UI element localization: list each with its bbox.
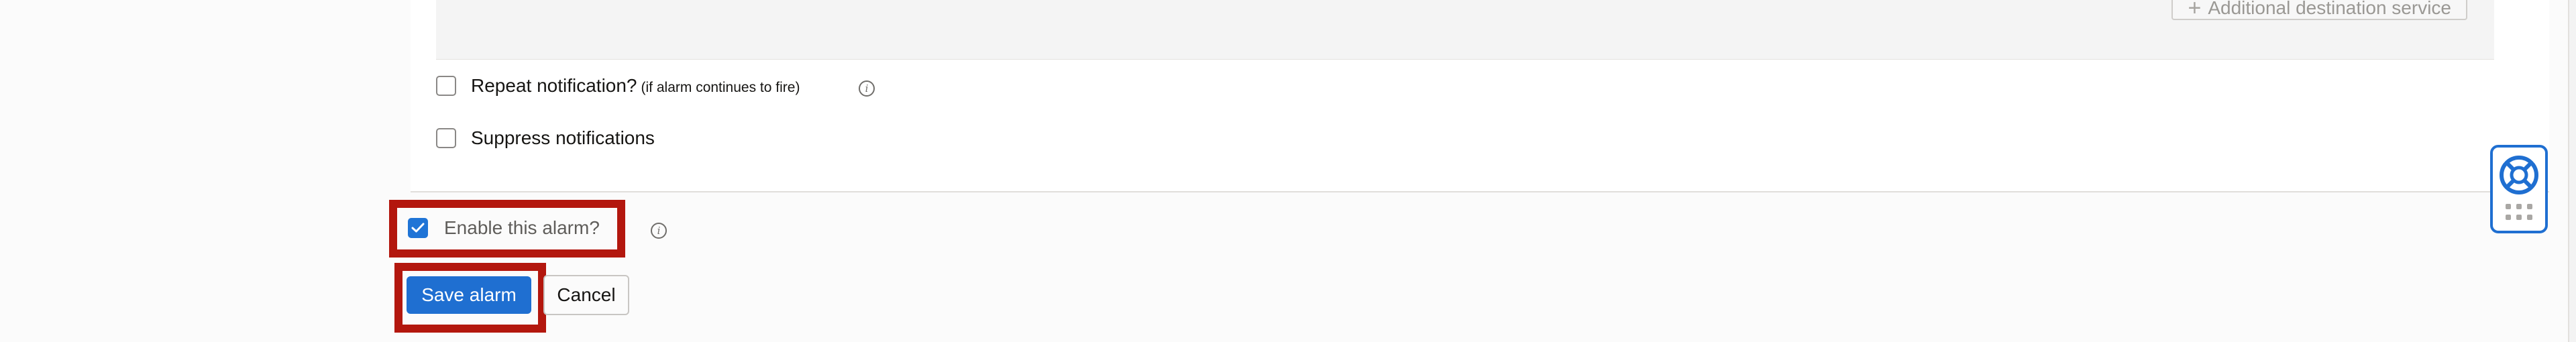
grip-dot <box>2506 215 2511 220</box>
save-alarm-button[interactable]: Save alarm <box>407 276 531 314</box>
grip-dot <box>2506 204 2511 209</box>
repeat-notification-row: Repeat notification? (if alarm continues … <box>436 75 800 97</box>
destination-box: + Additional destination service <box>436 0 2494 60</box>
left-gutter <box>0 0 409 342</box>
repeat-notification-label: Repeat notification? (if alarm continues … <box>471 75 800 97</box>
enable-alarm-label: Enable this alarm? <box>444 217 600 238</box>
grip-dot <box>2527 215 2532 220</box>
enable-alarm-info-icon[interactable]: i <box>651 223 667 239</box>
enable-alarm-row: Enable this alarm? <box>408 217 600 239</box>
additional-destination-label: Additional destination service <box>2208 0 2451 18</box>
scrollbar-track[interactable] <box>2568 0 2576 342</box>
info-icon[interactable]: i <box>859 80 875 97</box>
repeat-notification-checkbox[interactable] <box>436 76 456 96</box>
plus-icon: + <box>2188 0 2202 21</box>
suppress-notifications-label: Suppress notifications <box>471 127 655 148</box>
lifebuoy-icon <box>2500 156 2538 194</box>
suppress-notifications-checkbox[interactable] <box>436 128 456 148</box>
repeat-notification-text: Repeat notification? <box>471 75 637 96</box>
grip-dot <box>2516 204 2522 209</box>
checkmark-icon <box>411 223 425 233</box>
suppress-notifications-row: Suppress notifications <box>436 127 655 149</box>
grip-dot <box>2516 215 2522 220</box>
grip-icon[interactable] <box>2504 204 2534 221</box>
cancel-button[interactable]: Cancel <box>543 275 629 315</box>
enable-alarm-checkbox[interactable] <box>408 218 428 238</box>
grip-dot <box>2527 204 2532 209</box>
help-widget[interactable] <box>2490 145 2548 233</box>
additional-destination-button[interactable]: + Additional destination service <box>2171 0 2467 20</box>
repeat-notification-sublabel: (if alarm continues to fire) <box>641 80 800 95</box>
